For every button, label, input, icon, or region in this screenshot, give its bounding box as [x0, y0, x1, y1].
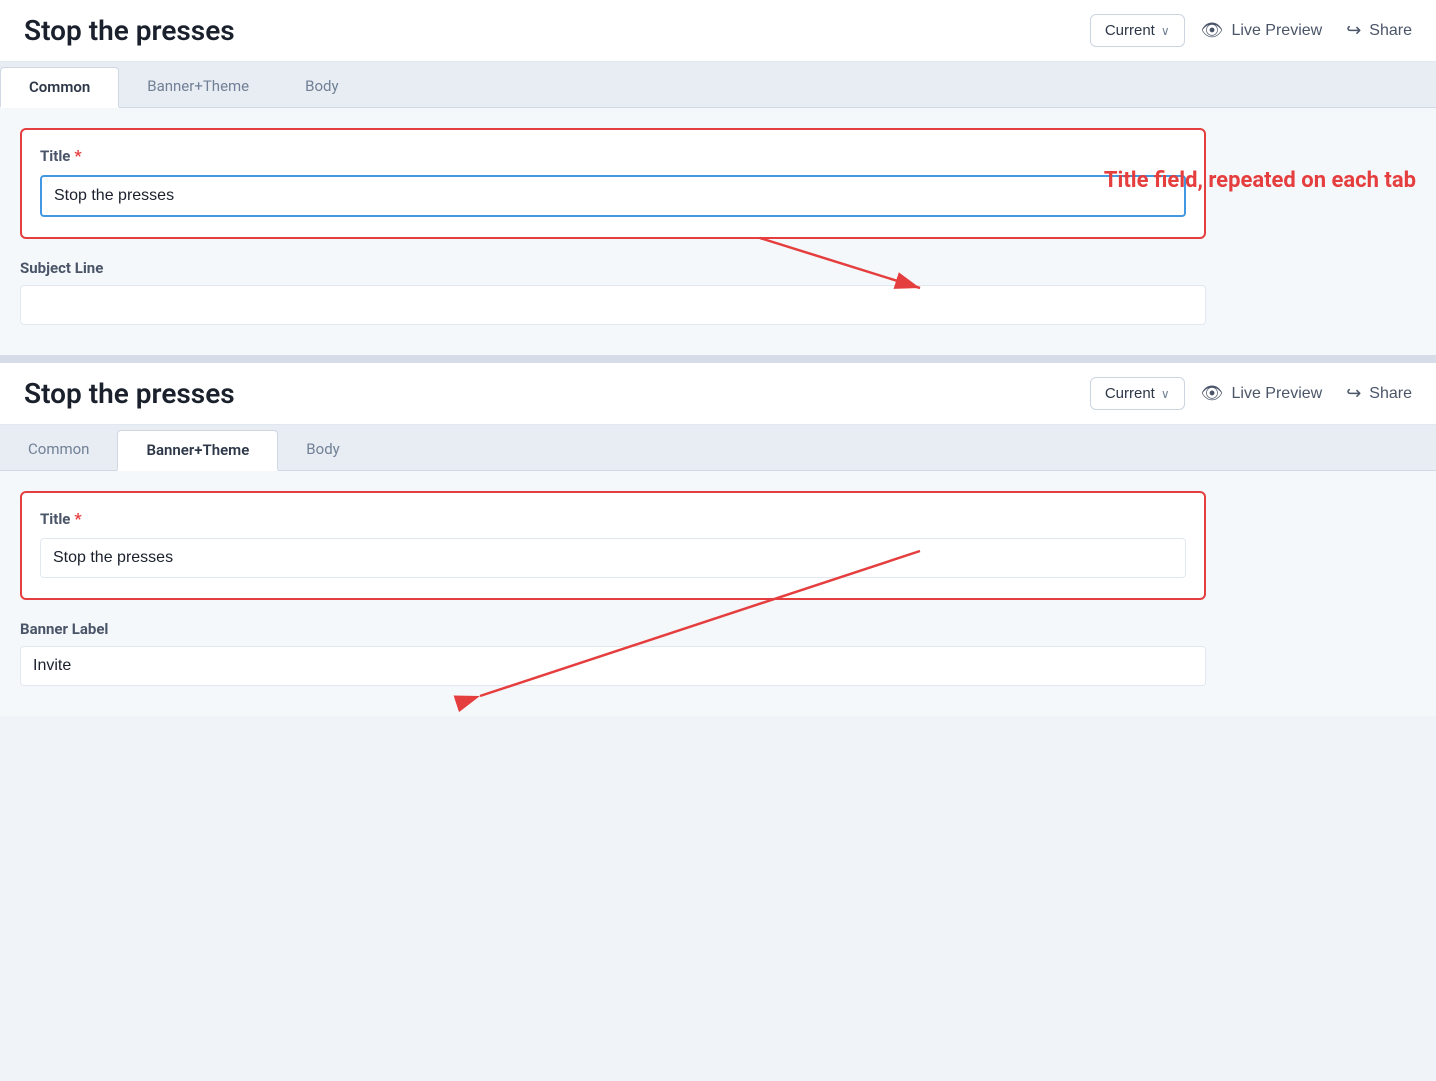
subject-line-label-1: Subject Line	[20, 259, 1206, 277]
tab-bar-2: Common Banner+Theme Body	[0, 425, 1436, 471]
banner-label-input[interactable]	[20, 646, 1206, 686]
header-actions-1: 👁 Live Preview ↪ Share	[1201, 20, 1412, 41]
dropdown-label-1: Current	[1105, 22, 1155, 39]
header-2: Stop the presses Current ∨ 👁 Live Previe…	[0, 363, 1436, 425]
share-icon-2: ↪	[1346, 383, 1361, 404]
chevron-down-icon-1: ∨	[1161, 24, 1170, 38]
tab-banner-theme-1[interactable]: Banner+Theme	[119, 67, 277, 108]
tab-banner-theme-2[interactable]: Banner+Theme	[117, 430, 278, 471]
banner-label-label: Banner Label	[20, 620, 1206, 638]
tab-common-1[interactable]: Common	[0, 67, 119, 108]
live-preview-label-2: Live Preview	[1232, 385, 1323, 403]
subject-line-input-1[interactable]	[20, 285, 1206, 325]
share-button-2[interactable]: ↪ Share	[1346, 383, 1412, 404]
version-dropdown-1[interactable]: Current ∨	[1090, 14, 1185, 47]
share-label-2: Share	[1369, 385, 1412, 403]
required-indicator-1: *	[74, 146, 81, 165]
page-title-2: Stop the presses	[24, 377, 1074, 410]
dropdown-label-2: Current	[1105, 385, 1155, 402]
title-input-1[interactable]	[40, 175, 1186, 217]
title-label-1: Title *	[40, 146, 1186, 165]
tab-common-2[interactable]: Common	[0, 430, 117, 471]
banner-label-group: Banner Label	[20, 620, 1206, 686]
subject-line-group-1: Subject Line	[20, 259, 1206, 325]
title-label-2: Title *	[40, 509, 1186, 528]
eye-icon-1: 👁	[1201, 20, 1224, 41]
version-dropdown-2[interactable]: Current ∨	[1090, 377, 1185, 410]
header-1: Stop the presses Current ∨ 👁 Live Previe…	[0, 0, 1436, 62]
share-label-1: Share	[1369, 22, 1412, 40]
tab-body-1[interactable]: Body	[277, 67, 366, 108]
page-title-1: Stop the presses	[24, 14, 1074, 47]
title-field-section-1: Title *	[20, 128, 1206, 239]
tab-bar-1: Common Banner+Theme Body	[0, 62, 1436, 108]
panel-divider	[0, 355, 1436, 363]
title-field-section-2: Title *	[20, 491, 1206, 600]
share-icon-1: ↪	[1346, 20, 1361, 41]
panel-1: Stop the presses Current ∨ 👁 Live Previe…	[0, 0, 1436, 355]
live-preview-button-2[interactable]: 👁 Live Preview	[1201, 383, 1323, 404]
header-actions-2: 👁 Live Preview ↪ Share	[1201, 383, 1412, 404]
form-area-1: Title * Subject Line Tit	[0, 108, 1436, 355]
form-area-2: Title * Banner Label	[0, 471, 1436, 716]
required-indicator-2: *	[74, 509, 81, 528]
eye-icon-2: 👁	[1201, 383, 1224, 404]
title-input-2[interactable]	[40, 538, 1186, 578]
chevron-down-icon-2: ∨	[1161, 387, 1170, 401]
live-preview-button-1[interactable]: 👁 Live Preview	[1201, 20, 1323, 41]
live-preview-label-1: Live Preview	[1232, 22, 1323, 40]
tab-body-2[interactable]: Body	[278, 430, 367, 471]
share-button-1[interactable]: ↪ Share	[1346, 20, 1412, 41]
panel-2: Stop the presses Current ∨ 👁 Live Previe…	[0, 363, 1436, 716]
